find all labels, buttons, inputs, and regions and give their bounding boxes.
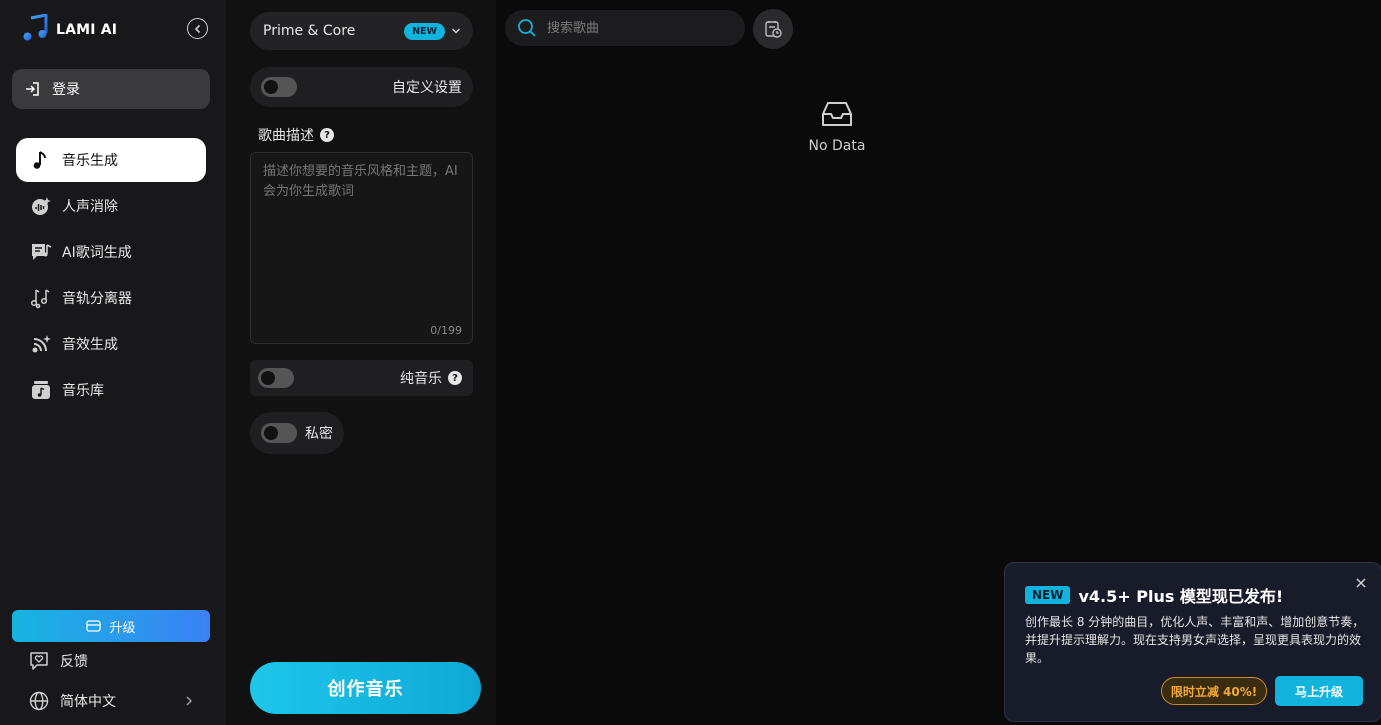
music-library-icon <box>30 379 52 401</box>
popup-title: v4.5+ Plus 模型现已发布! <box>1078 587 1284 606</box>
logo-icon <box>22 13 48 46</box>
empty-state: No Data <box>790 100 884 154</box>
sidebar-item-label: 音乐生成 <box>62 153 118 169</box>
private-label: 私密 <box>305 426 333 442</box>
model-selector[interactable]: Prime & Core NEW <box>250 12 473 50</box>
description-input[interactable] <box>251 153 472 343</box>
inbox-icon <box>822 102 852 126</box>
custom-settings-label: 自定义设置 <box>392 80 462 96</box>
description-label: 歌曲描述 <box>258 128 314 144</box>
upgrade-label: 升级 <box>109 620 136 636</box>
char-counter: 0/199 <box>430 324 462 337</box>
description-box: 0/199 <box>250 152 473 344</box>
chevron-left-icon <box>194 24 200 33</box>
login-button[interactable]: 登录 <box>12 69 210 109</box>
lyrics-icon <box>30 241 52 263</box>
search-input[interactable] <box>545 19 725 37</box>
app-name: LAMI AI <box>56 22 118 38</box>
history-button[interactable] <box>753 9 793 49</box>
help-icon[interactable]: ? <box>320 128 334 142</box>
custom-settings-row: 自定义设置 <box>250 67 473 107</box>
private-row: 私密 <box>250 412 344 454</box>
vocal-remove-icon <box>30 195 52 217</box>
help-icon[interactable]: ? <box>448 371 462 385</box>
instrumental-toggle[interactable] <box>258 368 294 388</box>
sidebar-item-label: 音效生成 <box>62 337 118 353</box>
history-clock-icon <box>765 21 782 38</box>
instrumental-label: 纯音乐 <box>400 371 442 387</box>
sidebar-item-label: 音轨分离器 <box>62 291 132 307</box>
popup-new-badge: NEW <box>1025 586 1071 604</box>
collapse-sidebar-button[interactable] <box>187 18 208 39</box>
private-toggle[interactable] <box>261 423 297 443</box>
sidebar-item-label: AI歌词生成 <box>62 245 132 261</box>
model-name: Prime & Core <box>263 23 356 39</box>
discount-button[interactable]: 限时立减 40%! <box>1161 677 1267 705</box>
music-note-icon <box>30 149 52 171</box>
upgrade-now-button[interactable]: 马上升级 <box>1275 676 1363 706</box>
description-heading: 歌曲描述 ? <box>258 125 334 145</box>
heart-chat-icon <box>30 652 48 670</box>
sidebar-item-track-splitter[interactable]: 音轨分离器 <box>16 276 206 320</box>
track-split-icon <box>30 287 52 309</box>
sidebar-item-music-library[interactable]: 音乐库 <box>16 368 206 412</box>
sidebar-item-sound-effects[interactable]: 音效生成 <box>16 322 206 366</box>
feedback-label: 反馈 <box>60 654 88 670</box>
search-icon <box>518 19 536 37</box>
instrumental-row: 纯音乐 ? <box>250 360 473 396</box>
app-logo[interactable]: LAMI AI <box>22 13 118 46</box>
creation-panel: Prime & Core NEW 自定义设置 歌曲描述 ? 0/199 纯音乐 … <box>226 0 496 725</box>
login-label: 登录 <box>52 82 80 98</box>
login-icon <box>26 82 39 96</box>
card-icon <box>86 620 102 632</box>
close-icon[interactable] <box>1353 575 1369 591</box>
search-bar <box>505 10 745 46</box>
sidebar: LAMI AI 登录 音乐生成 人声消除 AI歌词生成 音轨分离器 音效生成 音… <box>0 0 226 725</box>
sound-effect-icon <box>30 333 52 355</box>
popup-body: 创作最长 8 分钟的曲目，优化人声、丰富和声、增加创意节奏，并提升提示理解力。现… <box>1025 615 1365 665</box>
new-badge: NEW <box>404 22 445 40</box>
sidebar-nav: 音乐生成 人声消除 AI歌词生成 音轨分离器 音效生成 音乐库 <box>16 138 206 414</box>
custom-settings-toggle[interactable] <box>261 77 297 97</box>
language-label: 简体中文 <box>60 694 116 710</box>
language-selector[interactable]: 简体中文 <box>28 690 194 712</box>
globe-icon <box>29 691 49 711</box>
upgrade-button[interactable]: 升级 <box>12 610 210 642</box>
chevron-right-icon <box>186 696 193 706</box>
sidebar-item-ai-lyrics[interactable]: AI歌词生成 <box>16 230 206 274</box>
create-music-button[interactable]: 创作音乐 <box>250 662 481 714</box>
sidebar-item-vocal-remove[interactable]: 人声消除 <box>16 184 206 228</box>
sidebar-item-label: 人声消除 <box>62 199 118 215</box>
instrumental-label-wrap: 纯音乐 ? <box>400 368 462 388</box>
empty-text: No Data <box>808 138 866 154</box>
sidebar-item-music-generation[interactable]: 音乐生成 <box>16 138 206 182</box>
popup-header: NEW v4.5+ Plus 模型现已发布! <box>1025 583 1283 607</box>
feedback-link[interactable]: 反馈 <box>28 650 88 672</box>
announcement-popup: NEW v4.5+ Plus 模型现已发布! 创作最长 8 分钟的曲目，优化人声… <box>1004 562 1381 722</box>
chevron-down-icon <box>451 28 461 34</box>
sidebar-item-label: 音乐库 <box>62 383 104 399</box>
